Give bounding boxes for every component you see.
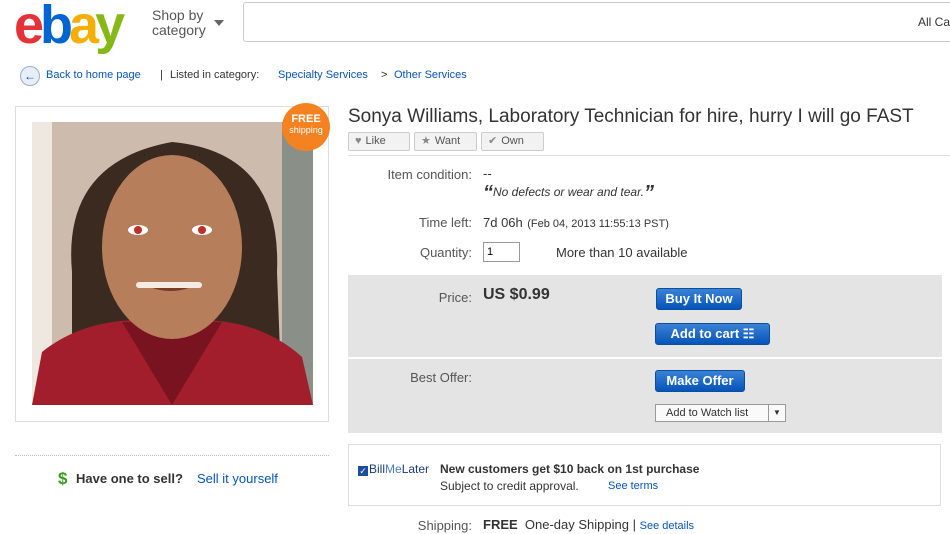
add-to-cart-button[interactable]: Add to cart ☷ [655, 323, 770, 345]
make-offer-button[interactable]: Make Offer [655, 370, 745, 392]
back-arrow-icon[interactable]: ← [20, 66, 40, 86]
breadcrumb-separator: | [160, 69, 163, 81]
star-icon: ★ [421, 135, 431, 147]
divider [348, 155, 950, 156]
listed-in-label: Listed in category: [170, 69, 260, 81]
quantity-label: Quantity: [419, 245, 472, 260]
back-to-home-link: Back to home page [46, 69, 141, 81]
shipping-info: FREE One-day Shipping | See details [483, 517, 695, 532]
buy-it-now-button[interactable]: Buy It Now [656, 288, 742, 310]
like-button[interactable]: ♥ Like [348, 132, 410, 151]
breadcrumb-arrow: > [381, 69, 388, 81]
time-left: 7d 06h (Feb 04, 2013 11:55:13 PST) [483, 215, 669, 230]
item-photo[interactable] [32, 122, 313, 405]
divider [15, 455, 329, 456]
see-details-link[interactable]: See details [640, 520, 694, 532]
own-button[interactable]: ✔ Own [481, 132, 544, 151]
bml-subtext: Subject to credit approval. [440, 479, 579, 493]
bill-me-later-logo: ✓ BillMeLater [358, 462, 430, 476]
price-value: US $0.99 [483, 286, 550, 303]
checkmark-icon: ✓ [358, 466, 368, 476]
caret-down-icon[interactable] [214, 20, 224, 26]
add-to-watch-list-button[interactable]: Add to Watch list ▼ [655, 404, 786, 422]
dollar-icon: $ [58, 469, 68, 488]
condition-label: Item condition: [387, 167, 472, 182]
ebay-logo[interactable]: ebay [14, 0, 125, 52]
condition-value: -- [483, 166, 492, 181]
bml-headline: New customers get $10 back on 1st purcha… [440, 462, 700, 476]
category-select[interactable]: All Ca [918, 15, 950, 29]
time-left-label: Time left: [419, 215, 472, 230]
price-label: Price: [438, 290, 472, 305]
search-input[interactable] [243, 2, 950, 42]
free-shipping-badge: FREE shipping [282, 103, 330, 151]
cart-icon: ☷ [742, 326, 755, 341]
best-offer-label: Best Offer: [410, 370, 472, 385]
check-icon: ✔ [488, 135, 498, 147]
item-title: Sonya Williams, Laboratory Technician fo… [348, 106, 914, 127]
quantity-input[interactable] [483, 242, 520, 262]
sell-it-yourself-link[interactable]: Sell it yourself [197, 471, 278, 486]
have-one-to-sell-text: Have one to sell? [76, 471, 183, 486]
heart-icon: ♥ [355, 135, 362, 147]
shop-by-category-button[interactable]: Shop by category [152, 8, 206, 38]
breadcrumb-other-services[interactable]: Other Services [394, 69, 467, 81]
see-terms-link[interactable]: See terms [608, 480, 658, 492]
condition-note: “No defects or wear and tear.” [483, 182, 654, 204]
dropdown-arrow-icon[interactable]: ▼ [768, 405, 785, 421]
shipping-label: Shipping: [417, 518, 472, 533]
breadcrumb-specialty-services[interactable]: Specialty Services [278, 69, 368, 81]
price-panel [348, 275, 942, 357]
quantity-available: More than 10 available [556, 245, 688, 260]
want-button[interactable]: ★ Want [414, 132, 477, 151]
